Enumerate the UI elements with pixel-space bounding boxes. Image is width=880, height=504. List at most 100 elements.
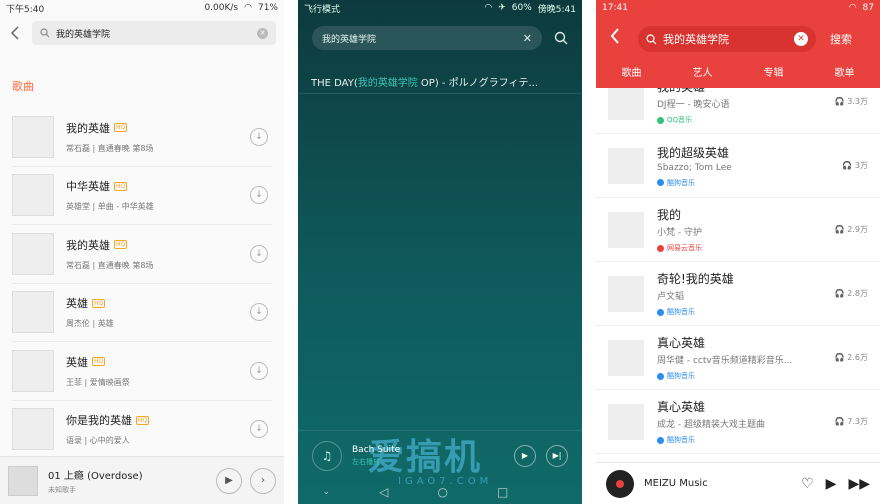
search-input[interactable]: 我的英雄学院 ✕	[32, 21, 276, 45]
heart-icon[interactable]: ♡	[801, 476, 814, 492]
play-count: 🎧 2.9万	[828, 224, 868, 235]
headphones-icon: 🎧	[834, 289, 848, 298]
close-icon[interactable]: ✕	[523, 32, 532, 45]
next-button[interactable]: ›	[250, 467, 276, 494]
download-button[interactable]: ↓	[250, 361, 268, 380]
song-row[interactable]: 英雄 HQ 王菲 | 爱情映画祭 ↓	[12, 342, 272, 401]
source-name: 酷狗音乐	[667, 436, 695, 444]
song-subtitle: 周杰伦 | 英雄	[66, 319, 114, 329]
search-button[interactable]	[554, 30, 568, 49]
song-list: 我的英雄 HQ 常石磊 | 直通春晚 第8场 ↓ 中华英雄 HQ 英雄堂 | 单曲 - 中华…	[12, 108, 272, 459]
song-title: 我的	[657, 208, 682, 222]
search-value: 我的英雄学院	[663, 33, 729, 46]
hq-badge: HQ	[136, 415, 150, 425]
song-row[interactable]: 我的 小梵 - 守护 网易云音乐 🎧 2.9万	[596, 198, 880, 262]
mini-player[interactable]: ♫ Bach Suite 左右播放 ▶ ▶|	[298, 430, 582, 480]
tab-3[interactable]: 歌单	[835, 64, 855, 79]
song-row[interactable]: 中华英雄 HQ 英雄堂 | 单曲 - 中华英雄 ↓	[12, 167, 272, 225]
download-button[interactable]: ↓	[250, 127, 268, 146]
home-icon[interactable]: ○	[437, 485, 447, 499]
player-title: 01 上瘾 (Overdose)	[48, 470, 143, 482]
status-time: 17:41	[602, 3, 628, 13]
search-icon	[646, 33, 657, 44]
source-label: 酷狗音乐	[657, 307, 828, 317]
song-row[interactable]: 我的超级英雄 Sbazzo; Tom Lee 酷狗音乐 🎧 3万	[596, 134, 880, 198]
song-list: 我的英雄DJ程一 - 晚安心语QQ音乐🎧 3.3万我的超级英雄Sbazzo; T…	[596, 70, 880, 504]
player-title: MEIZU Music	[644, 478, 708, 489]
song-title: 你是我的英雄	[66, 414, 132, 428]
recents-icon[interactable]: □	[497, 485, 508, 499]
song-title: 真心英雄	[657, 400, 706, 414]
song-row[interactable]: 你是我的英雄 HQ 语录 | 心中的爱人 ↓	[12, 401, 272, 459]
search-button[interactable]: 搜索	[830, 31, 852, 47]
tab-1[interactable]: 艺人	[693, 64, 713, 79]
next-button[interactable]: ▶|	[546, 444, 568, 467]
download-button[interactable]: ↓	[250, 244, 268, 263]
back-icon[interactable]: ◁	[379, 485, 388, 499]
back-button[interactable]	[10, 25, 24, 41]
play-button[interactable]: ▶	[216, 467, 242, 494]
headphones-icon: 🎧	[834, 97, 848, 106]
download-icon: ↓	[255, 248, 263, 259]
play-icon[interactable]: ▶	[826, 476, 837, 492]
source-name: 酷狗音乐	[667, 308, 695, 316]
song-row[interactable]: 我的英雄 HQ 常石磊 | 直通春晚 第8场 ↓	[12, 108, 272, 167]
song-row[interactable]: 我的英雄 HQ 常石磊 | 直通春晚 第8场 ↓	[12, 225, 272, 284]
download-button[interactable]: ↓	[250, 420, 268, 439]
clear-icon[interactable]: ✕	[794, 32, 808, 46]
song-subtitle: 英雄堂 | 单曲 - 中华英雄	[66, 202, 154, 212]
tab-0[interactable]: 歌曲	[622, 64, 642, 79]
play-count: 🎧 2.6万	[828, 352, 868, 363]
chevron-down-icon[interactable]: ⌄	[323, 487, 331, 497]
search-input[interactable]: 我的英雄学院 ✕	[312, 26, 542, 50]
song-title: 英雄	[66, 297, 88, 311]
search-input[interactable]: 我的英雄学院 ✕	[638, 26, 816, 52]
result-highlight: 我的英雄学院	[357, 78, 418, 89]
source-name: 酷狗音乐	[667, 372, 695, 380]
skip-next-icon[interactable]: ▶▶	[848, 476, 870, 492]
song-subtitle: 周华健 - cctv音乐频道精彩音乐...	[657, 356, 793, 366]
song-subtitle: 常石磊 | 直通春晚 第8场	[66, 143, 154, 153]
tab-2[interactable]: 专辑	[764, 64, 784, 79]
song-row[interactable]: 英雄 HQ 周杰伦 | 英雄 ↓	[12, 284, 272, 342]
clear-icon[interactable]: ✕	[257, 27, 268, 39]
download-button[interactable]: ↓	[250, 186, 268, 205]
status-time: 傍晚5:41	[537, 4, 576, 15]
chevron-left-icon	[10, 26, 19, 40]
download-icon: ↓	[255, 424, 263, 435]
source-label: 酷狗音乐	[657, 178, 828, 188]
play-count-value: 2.6万	[847, 353, 868, 362]
song-subtitle: 成龙 - 超级精装大戏主题曲	[657, 420, 765, 430]
song-row[interactable]: 奇轮!我的英雄卢文韬酷狗音乐 🎧 2.8万	[596, 262, 880, 326]
album-art	[608, 275, 644, 312]
song-title: 奇轮!我的英雄	[657, 272, 734, 286]
airplane-icon: ✈	[498, 3, 506, 13]
song-subtitle: 卢文韬	[657, 292, 685, 302]
play-button[interactable]: ▶	[514, 444, 536, 467]
status-mode: 飞行模式	[304, 4, 341, 15]
source-icon	[657, 308, 664, 316]
song-title: 我的超级英雄	[657, 145, 730, 160]
left-screen: 下午5:40 0.00K/s ◠ 71% 我的英雄学院 ✕ 歌曲 我的英雄 HQ 常…	[0, 0, 284, 504]
search-result[interactable]: THE DAY(我的英雄学院 OP) - ポルノグラフィテ...	[311, 74, 538, 89]
album-art	[12, 291, 54, 334]
song-subtitle: Sbazzo; Tom Lee	[657, 162, 732, 173]
mini-player[interactable]: 01 上瘾 (Overdose) 未知歌手 ▶ ›	[0, 456, 284, 504]
album-art	[608, 211, 644, 248]
result-suffix: OP) - ポルノグラフィテ...	[417, 78, 539, 89]
song-row[interactable]: 真心英雄 成龙 - 超级精装大戏主题曲 酷狗音乐 🎧 7.3万	[596, 390, 880, 454]
play-count-value: 2.8万	[847, 289, 868, 298]
source-label: 酷狗音乐	[657, 435, 828, 445]
mini-player[interactable]: MEIZU Music ♡ ▶ ▶▶	[596, 462, 880, 504]
download-icon: ↓	[255, 365, 263, 376]
song-row[interactable]: 真心英雄 周华健 - cctv音乐频道精彩音乐... 酷狗音乐 🎧 2.6万	[596, 326, 880, 390]
download-icon: ↓	[255, 307, 263, 318]
app-header: 17:41 ◠ 87 我的英雄学院 ✕ 搜索 歌曲 艺人 专辑 歌单	[596, 0, 880, 88]
back-button[interactable]	[610, 28, 620, 48]
download-button[interactable]: ↓	[250, 303, 268, 322]
play-count-value: 2.9万	[847, 225, 868, 234]
album-art	[608, 83, 644, 120]
source-name: 网易云音乐	[667, 244, 702, 252]
song-title: 英雄	[66, 355, 88, 369]
player-title: Bach Suite	[352, 444, 401, 455]
